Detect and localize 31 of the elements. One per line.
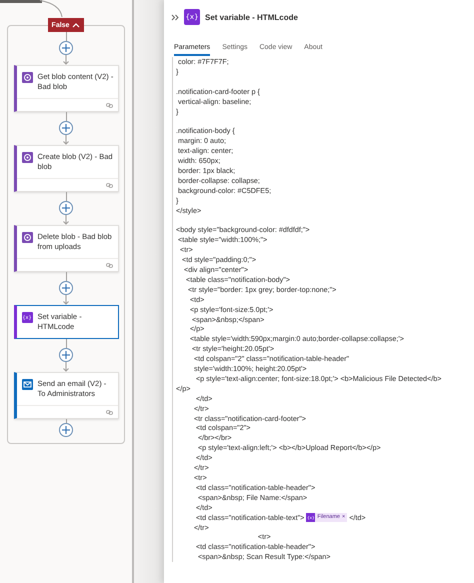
collapse-button[interactable] <box>171 14 179 20</box>
plus-icon <box>62 351 70 359</box>
connector-arrow <box>62 55 70 65</box>
plus-icon <box>62 284 70 292</box>
connector-arrow <box>62 215 70 225</box>
link-icon <box>106 410 112 414</box>
plus-icon <box>62 44 70 52</box>
connector-line <box>39 0 63 17</box>
add-step-button[interactable] <box>59 121 73 135</box>
chevron-up-icon <box>72 22 80 28</box>
add-step-button[interactable] <box>59 348 73 362</box>
connector-icon <box>22 72 32 83</box>
plus-icon <box>62 124 70 132</box>
link-icon <box>106 182 112 188</box>
plus-icon <box>62 426 70 434</box>
add-step-button[interactable] <box>59 201 73 215</box>
double-chevron-icon <box>171 14 179 20</box>
card-edge <box>0 0 42 3</box>
connector-arrow <box>62 135 70 145</box>
connector-arrow <box>62 362 70 372</box>
connector-arrow <box>62 295 70 305</box>
plus-icon <box>62 204 70 212</box>
link-icon <box>106 102 112 108</box>
link-icon <box>106 262 112 268</box>
add-step-button[interactable] <box>59 423 73 437</box>
add-step-button[interactable] <box>59 281 73 295</box>
connector-icon <box>22 152 32 163</box>
mail-icon <box>22 379 32 390</box>
add-step-button[interactable] <box>59 41 73 55</box>
panel-title: Set variable - HTMLcode <box>205 12 298 22</box>
connector-icon <box>22 232 32 243</box>
